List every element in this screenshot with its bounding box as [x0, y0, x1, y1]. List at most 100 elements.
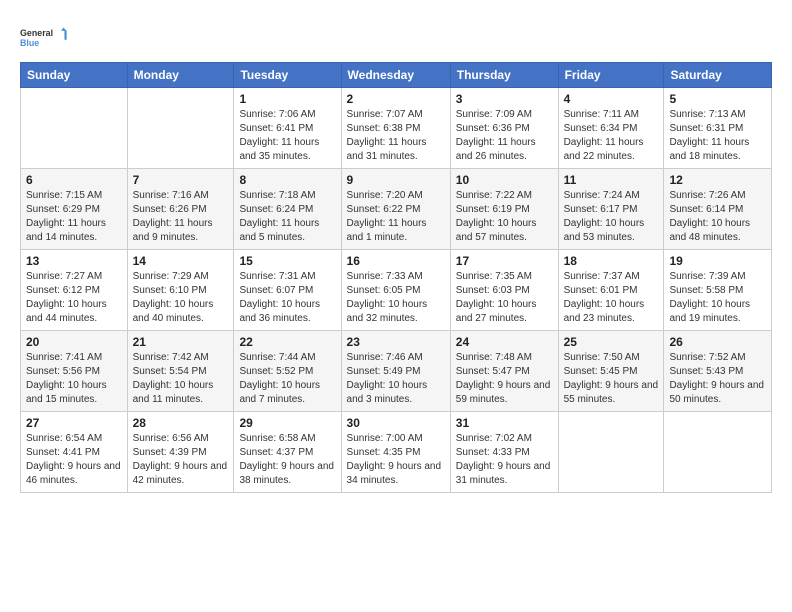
week-row-3: 13Sunrise: 7:27 AM Sunset: 6:12 PM Dayli…	[21, 250, 772, 331]
day-info: Sunrise: 7:07 AM Sunset: 6:38 PM Dayligh…	[347, 108, 445, 164]
day-cell: 28 Sunrise: 6:56 AM Sunset: 4:39 PM Dayli…	[127, 412, 234, 493]
col-header-monday: Monday	[127, 63, 234, 88]
page: General Blue SundayMondayTuesdayWednesda…	[0, 0, 792, 503]
day-cell: 18Sunrise: 7:37 AM Sunset: 6:01 PM Dayli…	[558, 250, 664, 331]
week-row-5: 27 Sunrise: 6:54 AM Sunset: 4:41 PM Dayli…	[21, 412, 772, 493]
day-info: Sunrise: 7:39 AM Sunset: 5:58 PM Dayligh…	[669, 270, 766, 326]
col-header-friday: Friday	[558, 63, 664, 88]
day-cell: 4 Sunrise: 7:11 AM Sunset: 6:34 PM Daylig…	[558, 88, 664, 169]
day-info: Sunrise: 7:31 AM Sunset: 6:07 PM Dayligh…	[239, 270, 335, 326]
col-header-tuesday: Tuesday	[234, 63, 341, 88]
day-cell: 27 Sunrise: 6:54 AM Sunset: 4:41 PM Dayli…	[21, 412, 128, 493]
day-number: 15	[239, 254, 335, 268]
day-info: Sunrise: 7:50 AM Sunset: 5:45 PM Dayligh…	[564, 351, 659, 407]
day-info: Sunrise: 7:02 AM Sunset: 4:33 PM Dayligh…	[456, 432, 553, 488]
day-number: 4	[564, 92, 659, 106]
day-number: 31	[456, 416, 553, 430]
day-number: 10	[456, 173, 553, 187]
day-cell: 25Sunrise: 7:50 AM Sunset: 5:45 PM Dayli…	[558, 331, 664, 412]
day-cell	[127, 88, 234, 169]
day-number: 14	[133, 254, 229, 268]
day-info: Sunrise: 7:00 AM Sunset: 4:35 PM Dayligh…	[347, 432, 445, 488]
day-number: 30	[347, 416, 445, 430]
col-header-sunday: Sunday	[21, 63, 128, 88]
day-info: Sunrise: 7:16 AM Sunset: 6:26 PM Dayligh…	[133, 189, 229, 245]
week-row-1: 1Sunrise: 7:06 AM Sunset: 6:41 PM Daylig…	[21, 88, 772, 169]
col-header-wednesday: Wednesday	[341, 63, 450, 88]
day-info: Sunrise: 7:46 AM Sunset: 5:49 PM Dayligh…	[347, 351, 445, 407]
day-cell: 6 Sunrise: 7:15 AM Sunset: 6:29 PM Daylig…	[21, 169, 128, 250]
header-row: SundayMondayTuesdayWednesdayThursdayFrid…	[21, 63, 772, 88]
day-cell: 31 Sunrise: 7:02 AM Sunset: 4:33 PM Dayli…	[450, 412, 558, 493]
day-cell: 20Sunrise: 7:41 AM Sunset: 5:56 PM Dayli…	[21, 331, 128, 412]
day-number: 26	[669, 335, 766, 349]
day-cell	[558, 412, 664, 493]
day-number: 1	[239, 92, 335, 106]
day-info: Sunrise: 7:20 AM Sunset: 6:22 PM Dayligh…	[347, 189, 445, 245]
day-info: Sunrise: 7:44 AM Sunset: 5:52 PM Dayligh…	[239, 351, 335, 407]
day-cell: 11 Sunrise: 7:24 AM Sunset: 6:17 PM Dayli…	[558, 169, 664, 250]
day-cell: 23 Sunrise: 7:46 AM Sunset: 5:49 PM Dayli…	[341, 331, 450, 412]
logo-svg: General Blue	[20, 18, 70, 56]
day-info: Sunrise: 7:35 AM Sunset: 6:03 PM Dayligh…	[456, 270, 553, 326]
day-number: 17	[456, 254, 553, 268]
day-number: 27	[26, 416, 122, 430]
day-cell: 8 Sunrise: 7:18 AM Sunset: 6:24 PM Daylig…	[234, 169, 341, 250]
day-cell: 2Sunrise: 7:07 AM Sunset: 6:38 PM Daylig…	[341, 88, 450, 169]
day-number: 23	[347, 335, 445, 349]
day-number: 24	[456, 335, 553, 349]
day-cell: 17 Sunrise: 7:35 AM Sunset: 6:03 PM Dayli…	[450, 250, 558, 331]
day-cell: 13Sunrise: 7:27 AM Sunset: 6:12 PM Dayli…	[21, 250, 128, 331]
day-cell: 21 Sunrise: 7:42 AM Sunset: 5:54 PM Dayli…	[127, 331, 234, 412]
day-number: 28	[133, 416, 229, 430]
day-number: 13	[26, 254, 122, 268]
col-header-thursday: Thursday	[450, 63, 558, 88]
day-info: Sunrise: 7:26 AM Sunset: 6:14 PM Dayligh…	[669, 189, 766, 245]
day-cell: 5Sunrise: 7:13 AM Sunset: 6:31 PM Daylig…	[664, 88, 772, 169]
day-number: 8	[239, 173, 335, 187]
svg-text:General: General	[20, 28, 53, 38]
day-info: Sunrise: 7:33 AM Sunset: 6:05 PM Dayligh…	[347, 270, 445, 326]
day-info: Sunrise: 7:18 AM Sunset: 6:24 PM Dayligh…	[239, 189, 335, 245]
day-number: 16	[347, 254, 445, 268]
day-number: 9	[347, 173, 445, 187]
day-cell: 7Sunrise: 7:16 AM Sunset: 6:26 PM Daylig…	[127, 169, 234, 250]
logo: General Blue	[20, 18, 70, 56]
day-number: 5	[669, 92, 766, 106]
day-cell: 24 Sunrise: 7:48 AM Sunset: 5:47 PM Dayli…	[450, 331, 558, 412]
day-info: Sunrise: 7:42 AM Sunset: 5:54 PM Dayligh…	[133, 351, 229, 407]
day-info: Sunrise: 7:41 AM Sunset: 5:56 PM Dayligh…	[26, 351, 122, 407]
week-row-2: 6 Sunrise: 7:15 AM Sunset: 6:29 PM Daylig…	[21, 169, 772, 250]
header: General Blue	[20, 18, 772, 56]
day-info: Sunrise: 7:48 AM Sunset: 5:47 PM Dayligh…	[456, 351, 553, 407]
day-number: 11	[564, 173, 659, 187]
day-info: Sunrise: 7:15 AM Sunset: 6:29 PM Dayligh…	[26, 189, 122, 245]
day-number: 6	[26, 173, 122, 187]
day-info: Sunrise: 7:22 AM Sunset: 6:19 PM Dayligh…	[456, 189, 553, 245]
svg-text:Blue: Blue	[20, 38, 39, 48]
day-cell: 15 Sunrise: 7:31 AM Sunset: 6:07 PM Dayli…	[234, 250, 341, 331]
day-info: Sunrise: 7:11 AM Sunset: 6:34 PM Dayligh…	[564, 108, 659, 164]
day-number: 21	[133, 335, 229, 349]
day-cell: 30 Sunrise: 7:00 AM Sunset: 4:35 PM Dayli…	[341, 412, 450, 493]
day-cell: 9 Sunrise: 7:20 AM Sunset: 6:22 PM Daylig…	[341, 169, 450, 250]
day-cell: 10 Sunrise: 7:22 AM Sunset: 6:19 PM Dayli…	[450, 169, 558, 250]
day-number: 19	[669, 254, 766, 268]
day-number: 18	[564, 254, 659, 268]
day-cell: 26Sunrise: 7:52 AM Sunset: 5:43 PM Dayli…	[664, 331, 772, 412]
day-number: 3	[456, 92, 553, 106]
day-info: Sunrise: 7:09 AM Sunset: 6:36 PM Dayligh…	[456, 108, 553, 164]
calendar-table: SundayMondayTuesdayWednesdayThursdayFrid…	[20, 62, 772, 493]
day-info: Sunrise: 6:58 AM Sunset: 4:37 PM Dayligh…	[239, 432, 335, 488]
day-cell	[664, 412, 772, 493]
day-cell: 14Sunrise: 7:29 AM Sunset: 6:10 PM Dayli…	[127, 250, 234, 331]
day-cell: 1Sunrise: 7:06 AM Sunset: 6:41 PM Daylig…	[234, 88, 341, 169]
day-number: 22	[239, 335, 335, 349]
day-info: Sunrise: 7:24 AM Sunset: 6:17 PM Dayligh…	[564, 189, 659, 245]
day-number: 29	[239, 416, 335, 430]
day-cell	[21, 88, 128, 169]
day-info: Sunrise: 6:56 AM Sunset: 4:39 PM Dayligh…	[133, 432, 229, 488]
day-info: Sunrise: 6:54 AM Sunset: 4:41 PM Dayligh…	[26, 432, 122, 488]
day-cell: 3 Sunrise: 7:09 AM Sunset: 6:36 PM Daylig…	[450, 88, 558, 169]
day-cell: 22 Sunrise: 7:44 AM Sunset: 5:52 PM Dayli…	[234, 331, 341, 412]
